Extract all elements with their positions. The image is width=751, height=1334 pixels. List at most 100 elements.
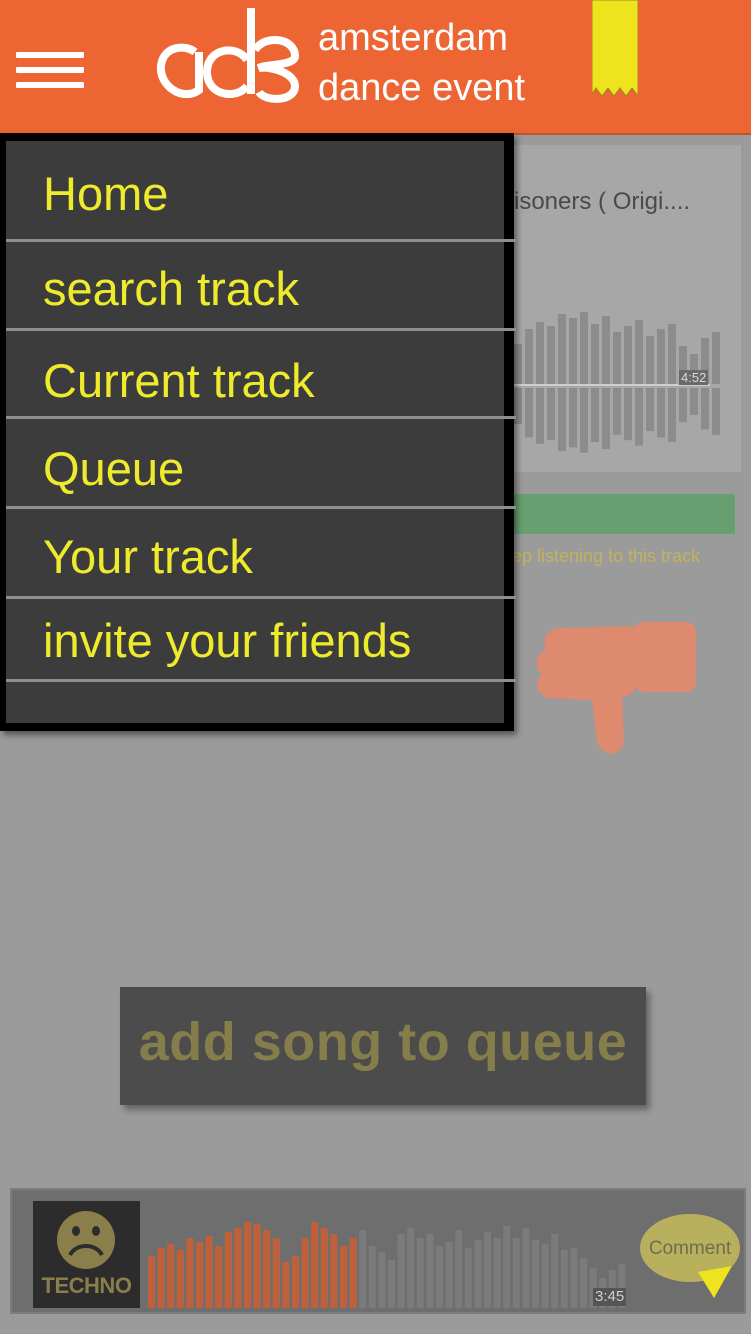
waveform-bar xyxy=(547,326,555,384)
add-song-to-queue-button[interactable]: add song to queue xyxy=(120,987,646,1105)
player-waveform-bar xyxy=(340,1246,347,1308)
waveform-bar xyxy=(679,388,687,423)
menu-divider xyxy=(6,239,516,242)
player-waveform-bar xyxy=(186,1238,194,1308)
player-waveform-bar xyxy=(474,1240,482,1308)
waveform-bar xyxy=(602,316,610,384)
player-waveform-bar xyxy=(407,1228,415,1308)
waveform-bar xyxy=(701,388,709,430)
keep-listening-progress-bar[interactable] xyxy=(505,494,735,534)
player-waveform-bar xyxy=(551,1234,559,1308)
player-waveform-bar xyxy=(416,1238,424,1308)
menu-divider xyxy=(6,596,516,599)
ade-logo xyxy=(156,8,300,103)
waveform-bar xyxy=(580,388,588,453)
player-waveform-bar xyxy=(378,1252,386,1308)
waveform-bar xyxy=(591,388,599,442)
player-waveform-bar xyxy=(570,1248,578,1308)
player-waveform-bar xyxy=(157,1248,165,1308)
menu-item-queue[interactable]: Queue xyxy=(6,441,504,521)
waveform-bar xyxy=(602,388,610,450)
menu-item-label: search track xyxy=(43,262,299,315)
waveform-bar xyxy=(690,388,698,415)
player-waveform-bar xyxy=(244,1222,251,1308)
waveform-bar xyxy=(624,388,632,441)
player-waveform-bar xyxy=(282,1262,290,1308)
player-waveform-bar xyxy=(253,1224,261,1308)
player-waveform-bar xyxy=(311,1222,319,1308)
waveform-bar xyxy=(569,318,577,384)
waveform-bar xyxy=(657,329,665,384)
menu-divider xyxy=(6,506,516,509)
track-waveform[interactable] xyxy=(510,300,725,470)
player-waveform-bar xyxy=(148,1256,155,1308)
thumbs-down-icon[interactable] xyxy=(532,616,702,762)
player-waveform[interactable] xyxy=(148,1208,633,1308)
waveform-bar xyxy=(547,388,555,441)
genre-label: TECHNO xyxy=(41,1273,132,1298)
track-duration: 4:52 xyxy=(679,370,709,385)
menu-item-label: Current track xyxy=(43,354,315,407)
menu-item-home[interactable]: Home xyxy=(6,166,504,246)
player-waveform-bar xyxy=(445,1242,453,1308)
menu-divider xyxy=(6,679,516,682)
waveform-bar xyxy=(536,388,544,444)
waveform-bar xyxy=(646,388,654,432)
menu-item-current-track[interactable]: Current track xyxy=(6,353,504,433)
player-waveform-bar xyxy=(522,1228,530,1308)
player-waveform-bar xyxy=(397,1234,405,1308)
waveform-bar xyxy=(624,326,632,384)
player-waveform-bar xyxy=(388,1260,395,1308)
player-waveform-bar xyxy=(234,1228,242,1308)
waveform-bar xyxy=(668,388,676,442)
player-waveform-bar xyxy=(272,1238,280,1308)
player-waveform-bar xyxy=(167,1244,175,1308)
player-waveform-bar xyxy=(368,1246,376,1308)
menu-item-label: invite your friends xyxy=(43,614,412,667)
player-waveform-bar xyxy=(503,1226,511,1308)
player-waveform-bar xyxy=(560,1250,568,1308)
bookmark-ribbon-icon[interactable] xyxy=(592,0,638,100)
player-waveform-bar xyxy=(349,1238,357,1308)
genre-badge[interactable]: TECHNO xyxy=(33,1201,140,1308)
player-waveform-bar xyxy=(176,1250,184,1308)
menu-divider xyxy=(6,416,516,419)
player-waveform-bar xyxy=(512,1238,520,1308)
brand-name-line1: amsterdam xyxy=(318,17,509,59)
menu-item-label: Home xyxy=(43,167,169,220)
player-waveform-bar xyxy=(196,1242,203,1308)
player-waveform-bar xyxy=(464,1248,472,1308)
player-waveform-bar xyxy=(320,1228,328,1308)
menu-divider xyxy=(6,328,516,331)
waveform-bar xyxy=(635,388,643,446)
waveform-bar xyxy=(646,336,654,384)
sad-face-icon xyxy=(57,1211,115,1269)
waveform-bar xyxy=(558,314,566,384)
waveform-bar xyxy=(668,324,676,384)
player-waveform-bar xyxy=(359,1230,367,1308)
track-title: risoners ( Origi.... xyxy=(506,188,691,215)
waveform-bar xyxy=(558,388,566,451)
waveform-bar xyxy=(591,324,599,384)
waveform-bar xyxy=(635,320,643,384)
waveform-bar xyxy=(525,329,533,384)
waveform-bar xyxy=(712,332,720,384)
comment-label: Comment xyxy=(648,1238,732,1259)
navigation-menu-panel: Home search track Current track Queue Yo… xyxy=(6,141,516,723)
waveform-bar xyxy=(613,332,621,384)
waveform-bar xyxy=(536,322,544,384)
player-waveform-bar xyxy=(580,1258,587,1308)
menu-hamburger-icon[interactable] xyxy=(16,52,84,88)
menu-item-label: Your track xyxy=(43,530,253,583)
player-waveform-bar xyxy=(301,1238,309,1308)
navigation-menu: Home search track Current track Queue Yo… xyxy=(0,133,516,731)
player-waveform-bar xyxy=(436,1246,443,1308)
player-waveform-bar xyxy=(426,1234,434,1308)
player-waveform-bar xyxy=(263,1230,271,1308)
waveform-bar xyxy=(525,388,533,438)
menu-item-label: Queue xyxy=(43,442,185,495)
waveform-bar xyxy=(657,388,665,438)
waveform-bar xyxy=(514,344,522,384)
player-waveform-bar xyxy=(541,1244,549,1308)
player-waveform-bar xyxy=(292,1256,299,1308)
